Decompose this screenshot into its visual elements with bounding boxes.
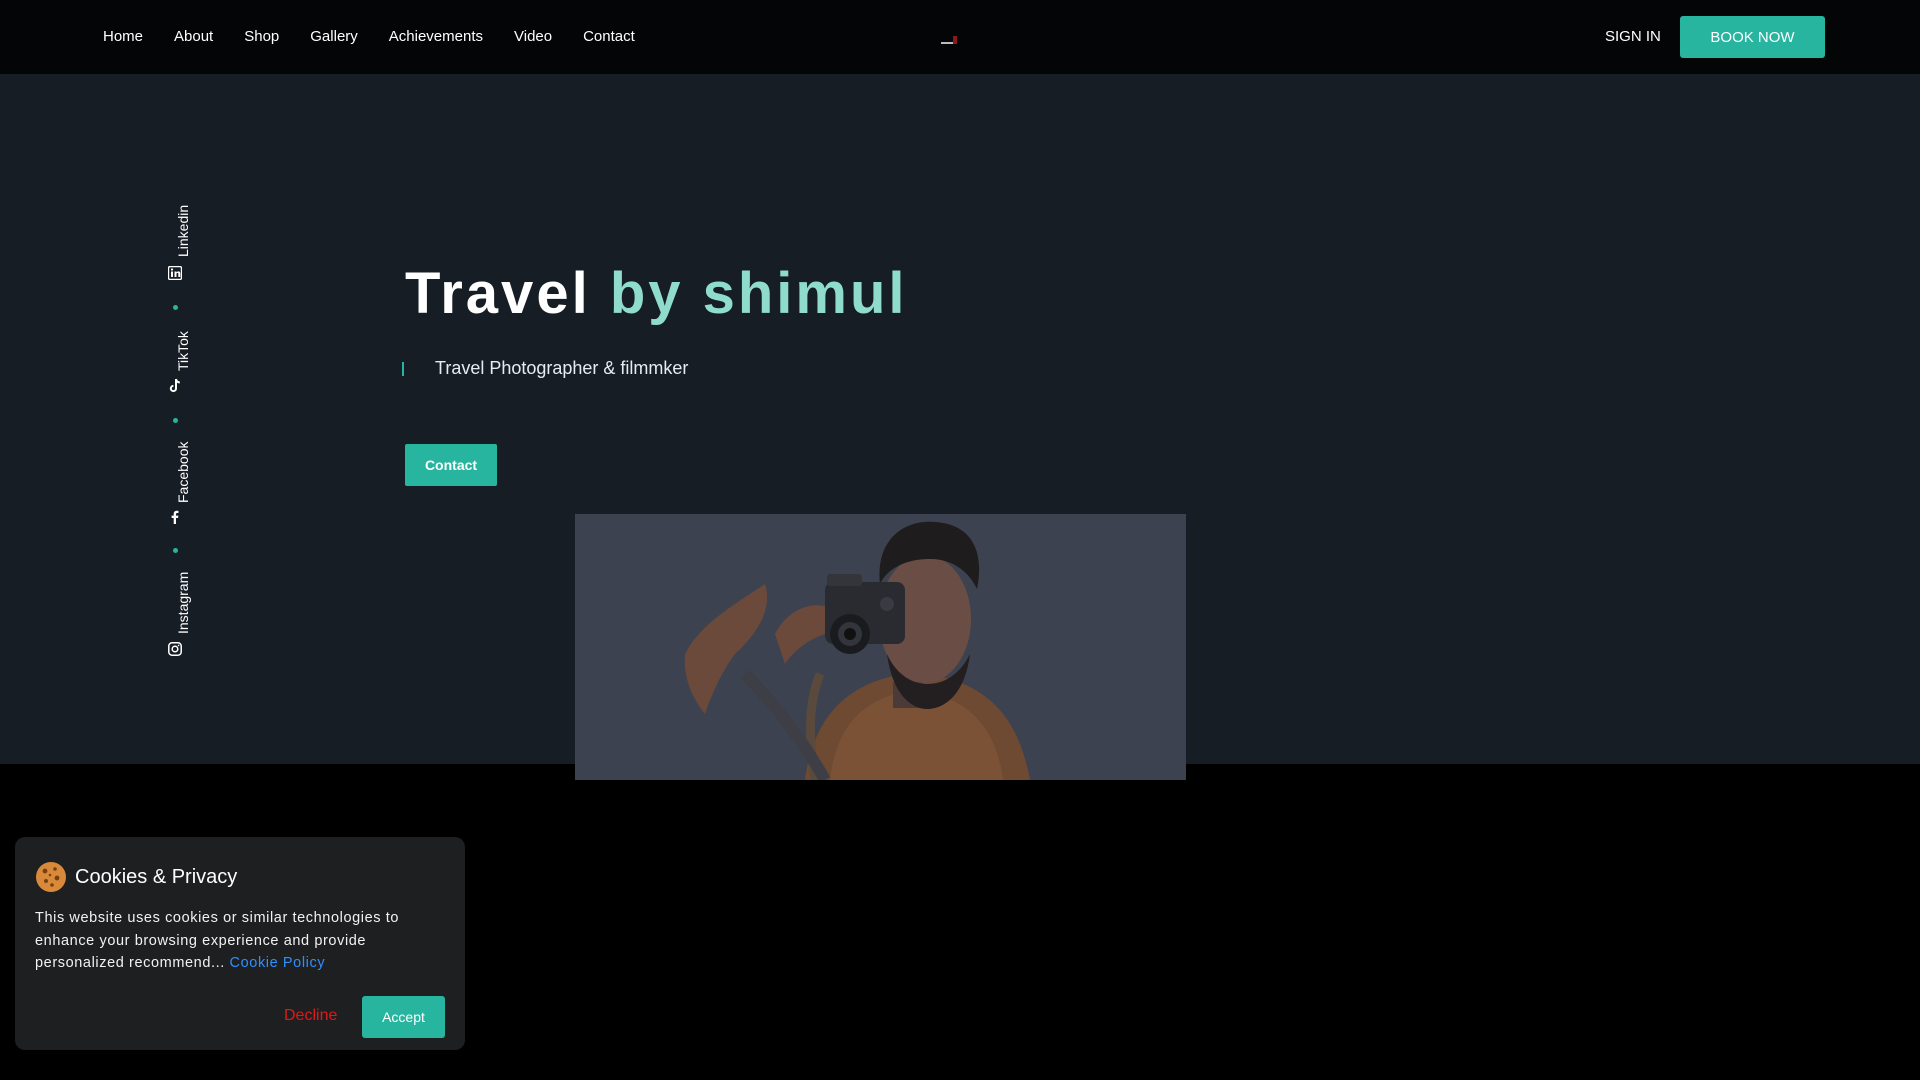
separator-dot (173, 305, 178, 310)
nav-about[interactable]: About (174, 28, 213, 45)
cookie-title: Cookies & Privacy (75, 866, 238, 888)
instagram-icon (167, 642, 183, 658)
subtitle-accent-bar (402, 362, 404, 376)
social-label: Linkedin (175, 204, 191, 257)
cookie-icon (36, 862, 66, 892)
tiktok-icon (167, 378, 183, 394)
hero-subtitle: Travel Photographer & filmmker (435, 358, 689, 378)
separator-dot (173, 548, 178, 553)
nav-shop[interactable]: Shop (244, 28, 279, 45)
cookie-consent-dialog: Cookies & Privacy This website uses cook… (15, 837, 465, 1050)
hero-title: Travel by shimul (405, 260, 908, 327)
contact-button[interactable]: Contact (405, 444, 497, 486)
separator-dot (173, 418, 178, 423)
cookie-policy-link[interactable]: Cookie Policy (230, 955, 326, 971)
social-label: Facebook (175, 441, 191, 503)
decline-button[interactable]: Decline (284, 1007, 337, 1025)
brand-logo-icon[interactable] (939, 34, 965, 46)
nav-links: Home About Shop Gallery Achievements Vid… (103, 28, 666, 45)
cookie-description: This website uses cookies or similar tec… (35, 910, 400, 971)
facebook-icon (167, 510, 183, 526)
nav-home[interactable]: Home (103, 28, 143, 45)
photographer-photo (575, 514, 1186, 780)
social-links: Linkedin TikTok Facebook Instagram (162, 200, 191, 670)
nav-achievements[interactable]: Achievements (389, 28, 483, 45)
book-now-button[interactable]: BOOK NOW (1680, 16, 1825, 58)
nav-contact[interactable]: Contact (583, 28, 635, 45)
accept-button[interactable]: Accept (362, 996, 445, 1038)
social-label: TikTok (175, 331, 191, 371)
top-navigation: Home About Shop Gallery Achievements Vid… (0, 0, 1920, 74)
linkedin-icon (167, 265, 183, 282)
nav-gallery[interactable]: Gallery (310, 28, 358, 45)
hero-title-word2: by shimul (609, 261, 908, 326)
cookie-text: This website uses cookies or similar tec… (35, 907, 435, 975)
nav-video[interactable]: Video (514, 28, 552, 45)
sign-in-link[interactable]: SIGN IN (1605, 28, 1661, 45)
hero-title-word1: Travel (405, 261, 591, 326)
social-label: Instagram (175, 571, 191, 634)
